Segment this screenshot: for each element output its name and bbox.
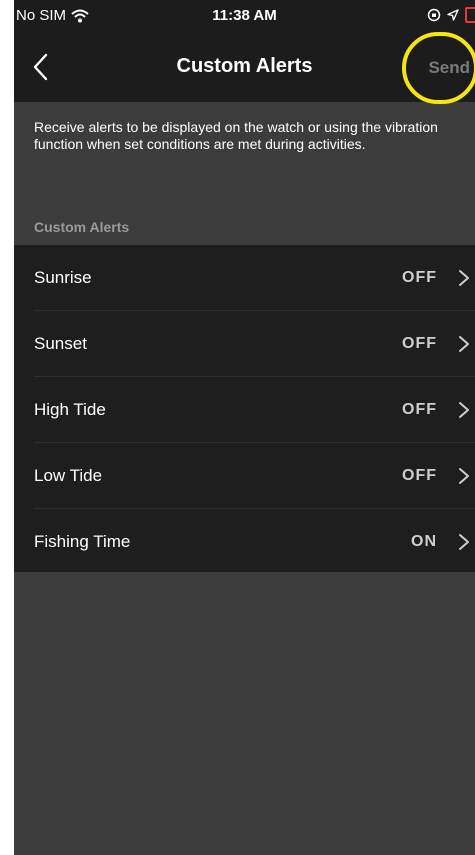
alert-label: Low Tide (34, 465, 103, 485)
alert-row-sunset[interactable]: Sunset OFF (14, 311, 475, 376)
alert-row-fishing-time[interactable]: Fishing Time ON (14, 509, 475, 574)
alert-status: OFF (402, 334, 437, 352)
status-time: 11:38 AM (212, 7, 277, 24)
alert-row-low-tide[interactable]: Low Tide OFF (14, 443, 475, 508)
chevron-right-icon (459, 401, 469, 418)
alert-label: Sunrise (34, 267, 92, 287)
alert-status: OFF (402, 268, 437, 286)
phone-screen: No SIM 11:38 AM Custom Alerts Send Recei… (14, 0, 475, 855)
chevron-right-icon (459, 269, 469, 286)
alert-label: Sunset (34, 333, 87, 353)
alert-row-high-tide[interactable]: High Tide OFF (14, 377, 475, 442)
status-right (427, 7, 475, 23)
page-title: Custom Alerts (176, 55, 313, 77)
alert-status: ON (411, 532, 437, 550)
section-header: Custom Alerts (34, 219, 130, 235)
alert-status: OFF (402, 466, 437, 484)
send-button[interactable]: Send (428, 58, 470, 78)
alert-status: OFF (402, 400, 437, 418)
alert-label: Fishing Time (34, 531, 131, 551)
orientation-lock-icon (427, 8, 441, 22)
chevron-right-icon (459, 335, 469, 352)
location-arrow-icon (447, 9, 459, 21)
battery-icon (465, 7, 475, 23)
alert-row-sunrise[interactable]: Sunrise OFF (14, 245, 475, 310)
description-text: Receive alerts to be displayed on the wa… (34, 119, 438, 152)
alert-list: Sunrise OFF Sunset OFF High Tide OFF Low… (14, 245, 475, 572)
status-bar: No SIM 11:38 AM (14, 0, 475, 32)
alert-label: High Tide (34, 399, 106, 419)
chevron-right-icon (459, 467, 469, 484)
chevron-right-icon (459, 533, 469, 550)
navigation-bar: Custom Alerts Send (14, 32, 475, 102)
